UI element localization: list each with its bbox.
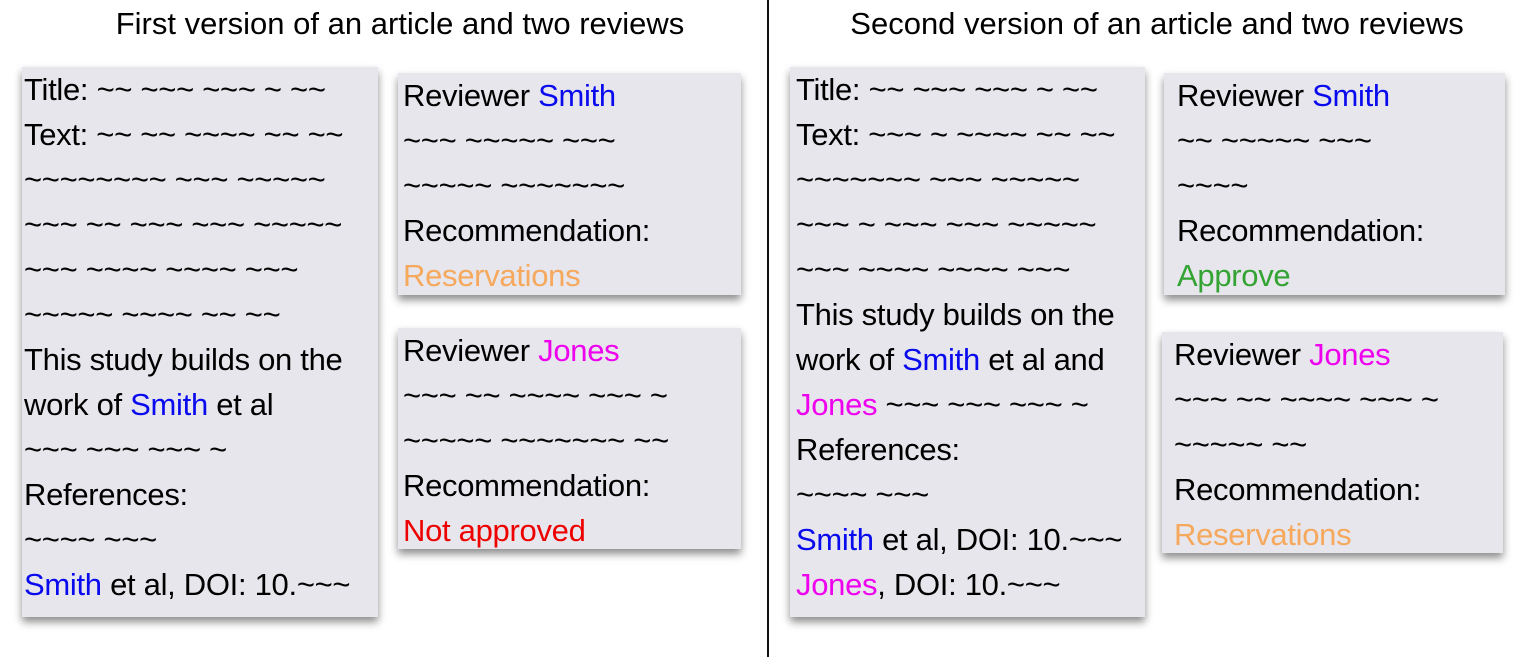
- reviewer-line: Reviewer Smith: [403, 73, 741, 118]
- review-text: ~~~~: [1177, 168, 1249, 203]
- study-prefix: work of: [796, 342, 903, 377]
- reference-smith: Smith et al, DOI: 10.~~~: [796, 517, 1145, 562]
- body-line: ~~~~~~~~ ~~~ ~~~~~: [24, 162, 326, 197]
- text-value: ~~~ ~ ~~~~ ~~ ~~: [868, 117, 1116, 152]
- body-line: ~~~~~ ~~~~ ~~ ~~: [24, 297, 281, 332]
- smith-citation: Smith: [902, 342, 980, 377]
- reference-tilde: ~~~~ ~~~: [24, 522, 157, 557]
- title-line: Title: ~~ ~~~ ~~~ ~ ~~: [796, 67, 1145, 112]
- recommendation-value: Not approved: [403, 513, 586, 548]
- body-line: ~~~~~~~ ~~~ ~~~~~: [796, 162, 1080, 197]
- reference-doi: , DOI: 10.~~~: [877, 567, 1061, 602]
- reviewer-label: Reviewer: [1174, 337, 1310, 372]
- reference-tilde: ~~~~ ~~~: [796, 477, 929, 512]
- body-line: ~~~ ~~~~ ~~~~ ~~~: [796, 252, 1071, 287]
- review-card-jones-v1: Reviewer Jones ~~~ ~~ ~~~~ ~~~ ~ ~~~~~ ~…: [398, 328, 741, 549]
- review-text: ~~~ ~~ ~~~~ ~~~ ~: [403, 378, 668, 413]
- study-citation-line: work of Smith et al and: [796, 337, 1145, 382]
- body-line: ~~~ ~ ~~~ ~~~ ~~~~~: [796, 207, 1097, 242]
- references-label: References:: [796, 432, 960, 467]
- study-line: This study builds on the: [24, 342, 343, 377]
- reference-doi: et al, DOI: 10.~~~: [873, 522, 1123, 557]
- reviewer-line: Reviewer Jones: [1174, 332, 1503, 377]
- reviewer-line: Reviewer Jones: [403, 328, 741, 373]
- study-line: This study builds on the: [796, 297, 1115, 332]
- first-version-heading: First version of an article and two revi…: [115, 6, 685, 41]
- title-line: Title: ~~ ~~~ ~~~ ~ ~~: [24, 67, 378, 112]
- reference-name: Smith: [796, 522, 874, 557]
- jones-citation: Jones: [796, 387, 878, 422]
- recommendation-value: Approve: [1177, 258, 1291, 293]
- article-card-v2: Title: ~~ ~~~ ~~~ ~ ~~ Text: ~~~ ~ ~~~~ …: [790, 67, 1145, 617]
- reviewer-name: Smith: [538, 78, 616, 113]
- reference-doi: et al, DOI: 10.~~~: [101, 567, 351, 602]
- study-citation-line: work of Smith et al: [24, 382, 378, 427]
- panel-divider: [767, 0, 769, 657]
- review-text: ~~~ ~~~~~ ~~~: [403, 123, 616, 158]
- study-prefix: work of: [24, 387, 131, 422]
- article-card-v1: Title: ~~ ~~~ ~~~ ~ ~~ Text: ~~ ~~ ~~~~ …: [22, 67, 378, 617]
- recommendation-label: Recommendation:: [1174, 472, 1422, 507]
- reference-jones: Jones, DOI: 10.~~~: [796, 562, 1145, 607]
- second-version-heading: Second version of an article and two rev…: [850, 6, 1464, 41]
- smith-citation: Smith: [130, 387, 208, 422]
- reference-smith: Smith et al, DOI: 10.~~~: [24, 562, 378, 607]
- study-suffix: et al: [207, 387, 274, 422]
- reviewer-name: Jones: [538, 333, 620, 368]
- study-mid: et al and: [979, 342, 1105, 377]
- text-line: Text: ~~ ~~ ~~~~ ~~ ~~: [24, 112, 378, 157]
- review-text: ~~~~~ ~~: [1174, 427, 1307, 462]
- jones-citation-line: Jones ~~~ ~~~ ~~~ ~: [796, 382, 1145, 427]
- recommendation-value: Reservations: [403, 258, 581, 293]
- text-label: Text:: [796, 117, 860, 152]
- reviewer-label: Reviewer: [403, 333, 539, 368]
- body-line: ~~~ ~~ ~~~ ~~~ ~~~~~: [24, 207, 343, 242]
- review-text: ~~~ ~~ ~~~~ ~~~ ~: [1174, 382, 1439, 417]
- reference-name: Jones: [796, 567, 878, 602]
- review-card-smith-v1: Reviewer Smith ~~~ ~~~~~ ~~~ ~~~~~ ~~~~~…: [398, 73, 741, 295]
- text-label: Text:: [24, 117, 88, 152]
- body-line: ~~~ ~~~~ ~~~~ ~~~: [24, 252, 299, 287]
- reference-name: Smith: [24, 567, 102, 602]
- recommendation-label: Recommendation:: [403, 468, 651, 503]
- jones-suffix: ~~~ ~~~ ~~~ ~: [877, 387, 1089, 422]
- review-card-jones-v2: Reviewer Jones ~~~ ~~ ~~~~ ~~~ ~ ~~~~~ ~…: [1162, 332, 1503, 553]
- recommendation-label: Recommendation:: [1177, 213, 1425, 248]
- recommendation-value: Reservations: [1174, 517, 1352, 552]
- references-label: References:: [24, 477, 188, 512]
- review-text: ~~~~~ ~~~~~~~ ~~: [403, 423, 669, 458]
- text-value: ~~ ~~ ~~~~ ~~ ~~: [96, 117, 344, 152]
- reviewer-label: Reviewer: [1177, 78, 1313, 113]
- recommendation-label: Recommendation:: [403, 213, 651, 248]
- reviewer-line: Reviewer Smith: [1177, 73, 1505, 118]
- title-value: ~~ ~~~ ~~~ ~ ~~: [868, 72, 1098, 107]
- title-label: Title:: [796, 72, 861, 107]
- reviewer-name: Jones: [1309, 337, 1391, 372]
- reviewer-name: Smith: [1312, 78, 1390, 113]
- reviewer-label: Reviewer: [403, 78, 539, 113]
- title-label: Title:: [24, 72, 89, 107]
- text-line: Text: ~~~ ~ ~~~~ ~~ ~~: [796, 112, 1145, 157]
- review-text: ~~ ~~~~~ ~~~: [1177, 123, 1372, 158]
- title-value: ~~ ~~~ ~~~ ~ ~~: [96, 72, 326, 107]
- review-card-smith-v2: Reviewer Smith ~~ ~~~~~ ~~~ ~~~~ Recomme…: [1164, 73, 1505, 295]
- body-line: ~~~ ~~~ ~~~ ~: [24, 432, 227, 467]
- review-text: ~~~~~ ~~~~~~~: [403, 168, 625, 203]
